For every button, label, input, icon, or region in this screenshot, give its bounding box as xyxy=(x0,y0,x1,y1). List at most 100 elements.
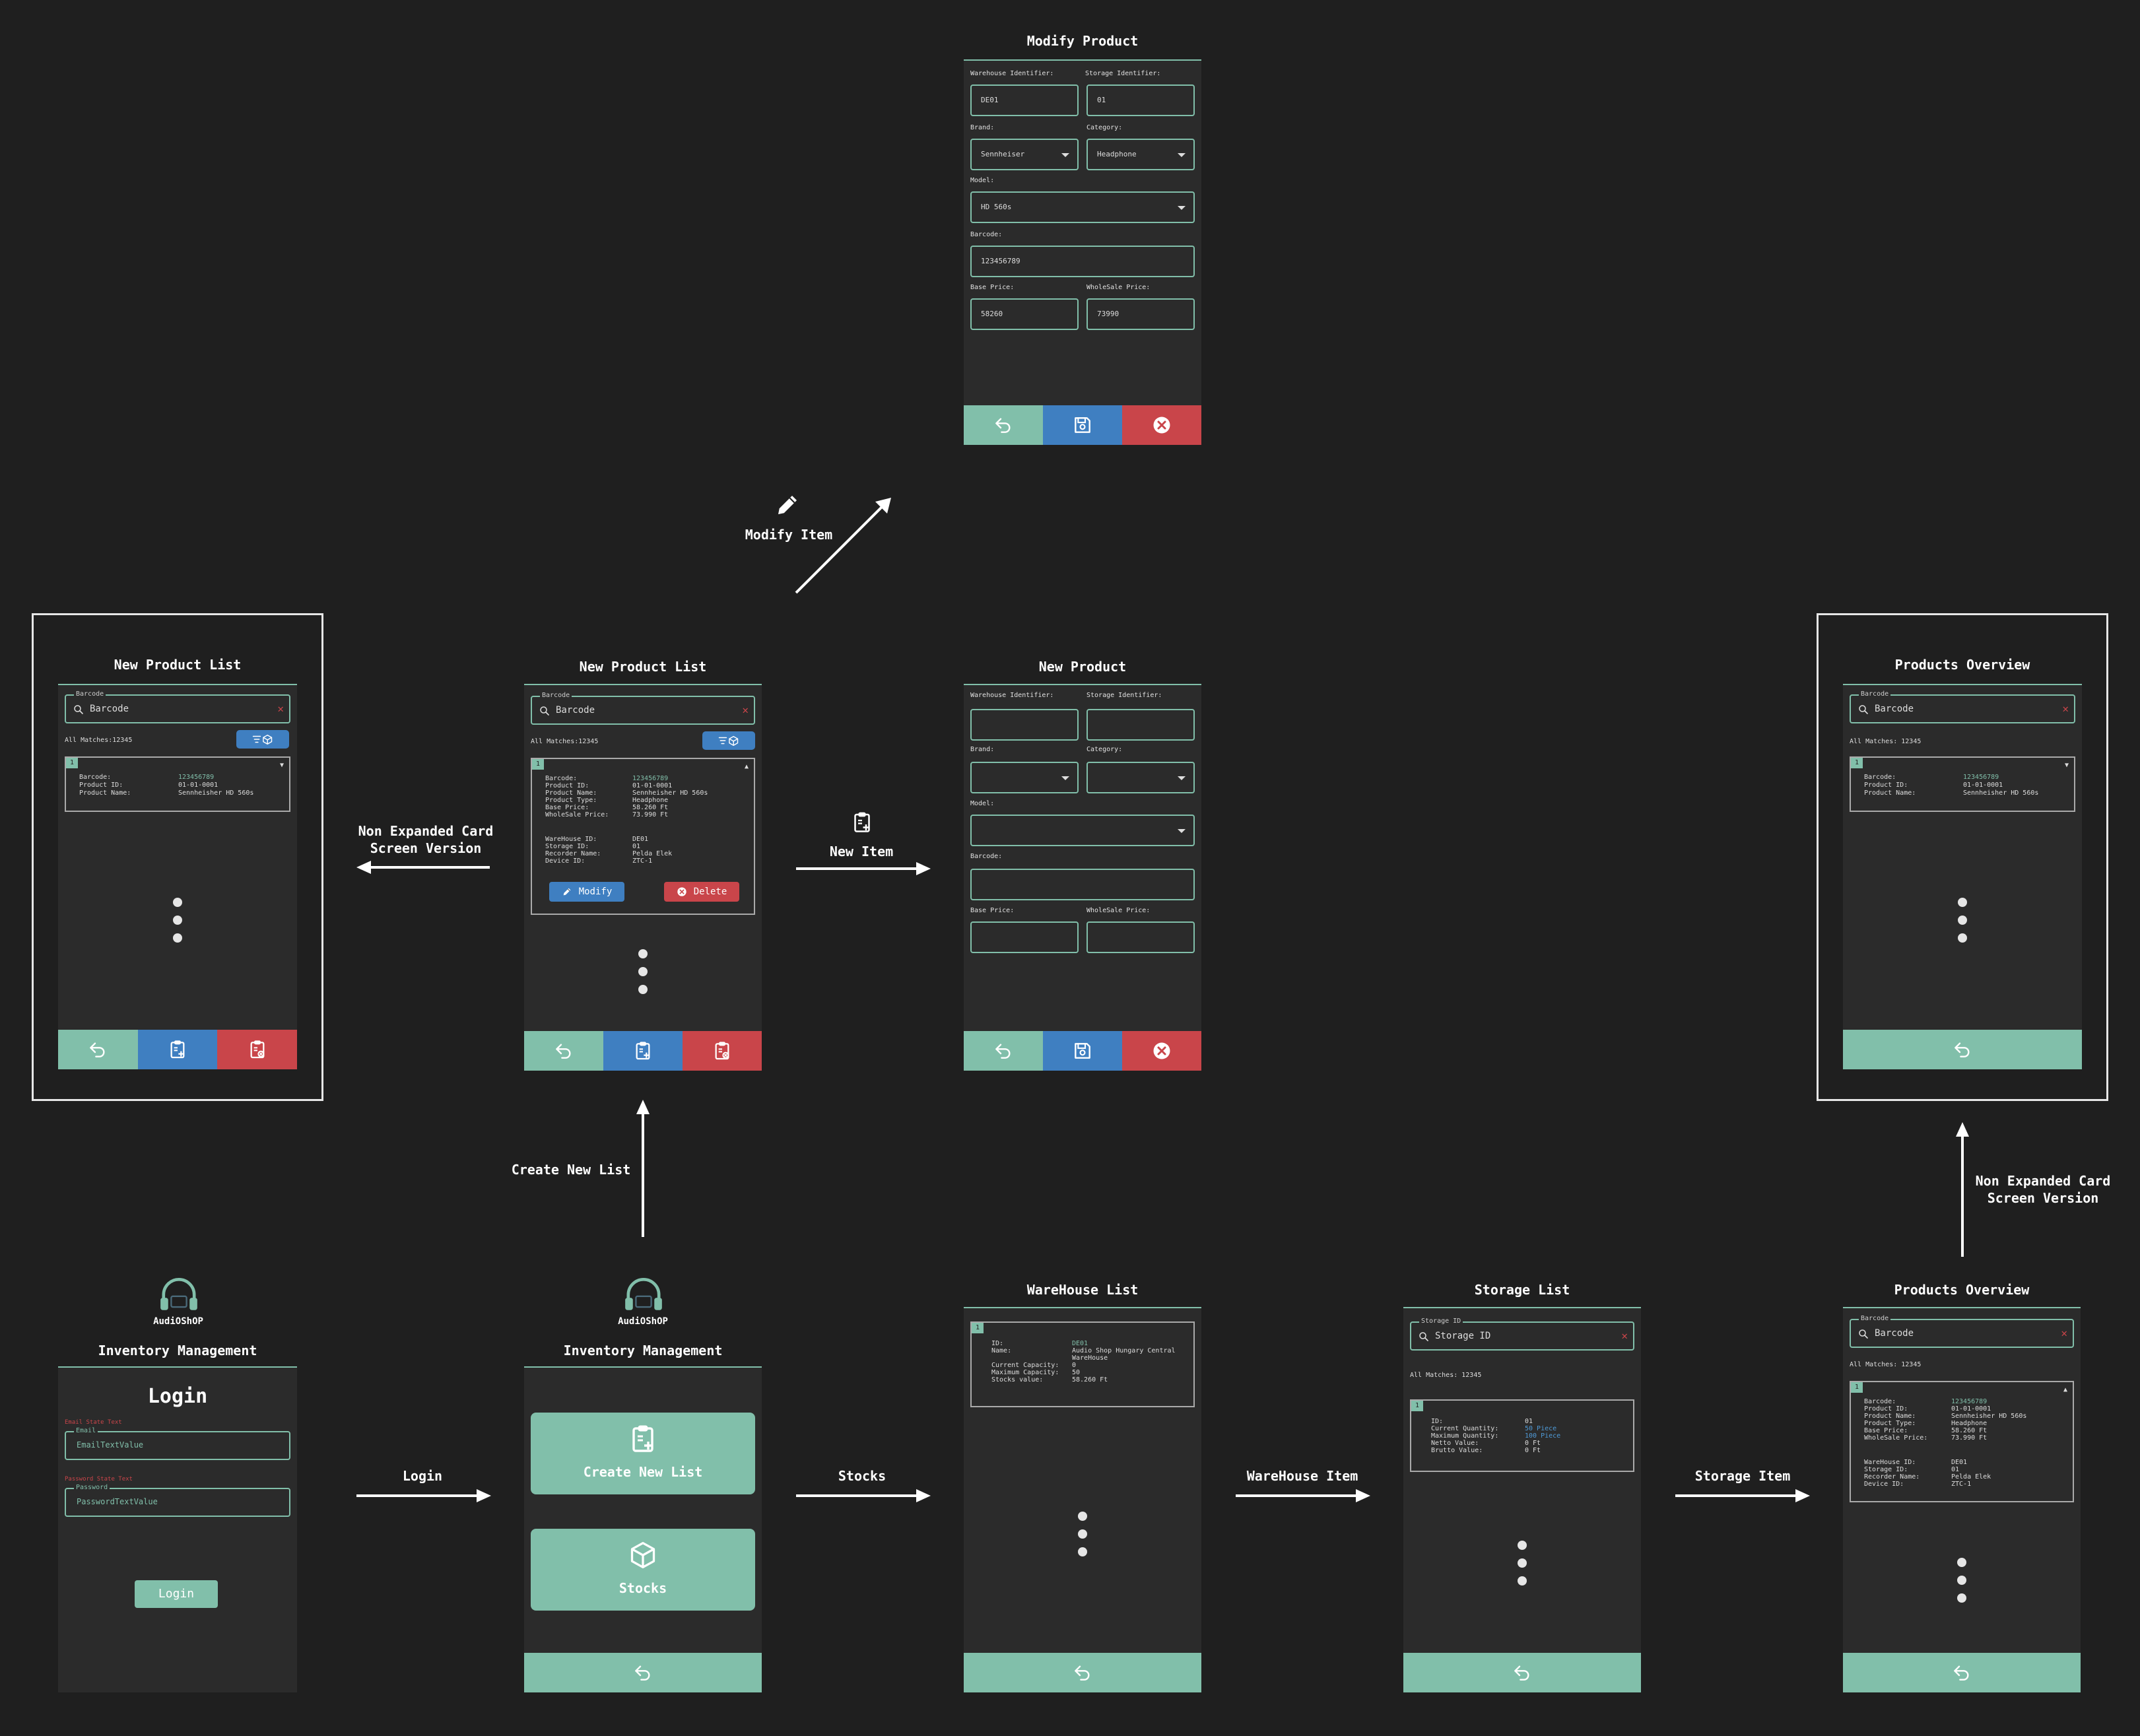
search-icon xyxy=(539,705,551,717)
back-button[interactable] xyxy=(524,1653,762,1692)
detail-key: Product Type: xyxy=(1864,1420,1916,1427)
menu-subtitle: Inventory Management xyxy=(563,1343,723,1358)
modify-item-label: Modify Item xyxy=(745,527,833,543)
chevron-up-icon[interactable]: ▲ xyxy=(745,763,749,770)
barcode-field[interactable] xyxy=(970,869,1195,900)
cancel-button[interactable] xyxy=(1122,405,1201,445)
modify-button[interactable]: Modify xyxy=(549,882,624,902)
detail-key: Barcode: xyxy=(545,775,578,782)
new-item-label: New Item xyxy=(829,844,894,859)
brand-select[interactable] xyxy=(970,762,1079,793)
search-input[interactable]: Storage ID Storage ID ✕ xyxy=(1410,1318,1634,1351)
category-value: Headphone xyxy=(1097,150,1137,158)
filter-box-icon xyxy=(251,733,275,745)
search-input[interactable]: Barcode Barcode ✕ xyxy=(1850,1315,2074,1348)
login-subtitle: Inventory Management xyxy=(98,1343,257,1358)
chevron-down-icon[interactable]: ▼ xyxy=(280,762,284,769)
pname-value: Sennheisher HD 560s xyxy=(1963,789,2039,797)
save-button[interactable] xyxy=(1043,1031,1122,1071)
new-item-arrow xyxy=(796,862,931,875)
detail-key: Device ID: xyxy=(1864,1481,1904,1488)
email-field[interactable]: Email EmailTextValue xyxy=(65,1427,290,1460)
model-value: HD 560s xyxy=(981,203,1012,211)
delete-list-button[interactable] xyxy=(217,1030,297,1069)
new-item-button[interactable] xyxy=(603,1031,683,1071)
chevron-down-icon[interactable]: ▼ xyxy=(2065,762,2069,769)
detail-key: Product Name: xyxy=(1864,1413,1916,1420)
back-button[interactable] xyxy=(524,1031,603,1071)
category-select[interactable]: Headphone xyxy=(1087,139,1195,170)
detail-value: Headphone xyxy=(1951,1420,1988,1427)
detail-value: ZTC-1 xyxy=(1951,1481,1972,1488)
close-icon xyxy=(1152,1041,1172,1061)
clear-icon[interactable]: ✕ xyxy=(1621,1329,1628,1342)
pencil-icon xyxy=(562,886,572,897)
login-button[interactable]: Login xyxy=(135,1580,218,1608)
barcode-field[interactable]: 123456789 xyxy=(970,246,1195,277)
model-select[interactable] xyxy=(970,815,1195,846)
save-icon xyxy=(1072,415,1093,436)
cancel-button[interactable] xyxy=(1122,1031,1201,1071)
back-button[interactable] xyxy=(1403,1653,1641,1692)
chevron-up-icon[interactable]: ▲ xyxy=(2063,1386,2067,1393)
back-button[interactable] xyxy=(964,1653,1201,1692)
back-button[interactable] xyxy=(1843,1653,2081,1692)
detail-key: Device ID: xyxy=(545,857,585,865)
warehouse-field[interactable]: DE01 xyxy=(970,84,1079,116)
product-card-expanded[interactable]: 1 ▲ Barcode: 123456789 Product ID: 01-01-00… xyxy=(531,758,755,915)
chevron-down-icon xyxy=(1178,776,1186,780)
search-legend: Barcode xyxy=(1859,1315,1891,1322)
detail-value: Pelda Elek xyxy=(632,850,673,857)
base-price-field[interactable]: 58260 xyxy=(970,298,1079,330)
back-button[interactable] xyxy=(964,1031,1043,1071)
save-button[interactable] xyxy=(1043,405,1122,445)
model-select[interactable]: HD 560s xyxy=(970,191,1195,223)
password-field[interactable]: Password PasswordTextValue xyxy=(65,1484,290,1517)
storage-field[interactable] xyxy=(1087,709,1195,741)
storage-field[interactable]: 01 xyxy=(1087,84,1195,116)
stocks-button[interactable]: Stocks xyxy=(531,1529,755,1611)
clear-icon[interactable]: ✕ xyxy=(2061,1327,2067,1339)
match-count: All Matches:12345 xyxy=(531,738,599,745)
new-item-button[interactable] xyxy=(137,1030,218,1069)
warehouse-card[interactable]: 1 ID: DE01 Name: Audio Shop Hungary Central… xyxy=(970,1321,1195,1407)
pid-value: 01-01-0001 xyxy=(178,782,218,789)
delete-list-button[interactable] xyxy=(683,1031,762,1071)
non-expanded-right-line1: Non Expanded Card xyxy=(1975,1173,2111,1189)
wholesale-field[interactable] xyxy=(1087,921,1195,953)
clear-icon[interactable]: ✕ xyxy=(2062,702,2069,715)
storage-card[interactable]: 1 ID: 01 Current Quantity: 50 Piece Maximum … xyxy=(1410,1399,1634,1472)
back-button[interactable] xyxy=(964,405,1043,445)
wholesale-field[interactable]: 73990 xyxy=(1087,298,1195,330)
back-button[interactable] xyxy=(1843,1030,2082,1069)
clear-icon[interactable]: ✕ xyxy=(277,702,284,715)
filter-button[interactable] xyxy=(236,730,289,749)
delete-button[interactable]: Delete xyxy=(664,882,739,902)
clear-icon[interactable]: ✕ xyxy=(742,704,749,716)
detail-value: WareHouse xyxy=(1072,1354,1108,1362)
create-new-list-button[interactable]: Create New List xyxy=(531,1413,755,1494)
search-input[interactable]: Barcode Barcode ✕ xyxy=(65,690,290,723)
search-input[interactable]: Barcode Barcode ✕ xyxy=(1850,690,2075,723)
card-number: 1 xyxy=(532,759,544,770)
new-product-list-collapsed-screen: New Product List Barcode Barcode ✕ All M… xyxy=(58,646,297,1069)
brand-select[interactable]: Sennheiser xyxy=(970,139,1079,170)
product-card-expanded[interactable]: 1 ▲ Barcode: 123456789 Product ID: 01-01-00… xyxy=(1850,1381,2074,1502)
base-price-field[interactable] xyxy=(970,921,1079,953)
storage-list-title: Storage List xyxy=(1474,1282,1570,1298)
back-button[interactable] xyxy=(58,1030,138,1069)
card-details-2: WareHouse ID: DE01 Storage ID: 01 Recorder N… xyxy=(545,836,750,869)
filter-button[interactable] xyxy=(702,731,755,750)
category-select[interactable] xyxy=(1087,762,1195,793)
product-card[interactable]: 1 ▼ Barcode: 123456789 Product ID: 01-01-0… xyxy=(65,756,290,812)
search-input[interactable]: Barcode Barcode ✕ xyxy=(531,692,755,725)
back-icon xyxy=(993,415,1014,436)
search-placeholder: Storage ID xyxy=(1435,1331,1491,1341)
password-legend: Password xyxy=(74,1484,110,1491)
more-dots xyxy=(1078,1512,1087,1565)
warehouse-field[interactable] xyxy=(970,709,1079,741)
detail-value: 50 Piece xyxy=(1525,1425,1557,1432)
detail-value: 73.990 Ft xyxy=(632,811,669,818)
product-card[interactable]: 1 ▼ Barcode: 123456789 Product ID: 01-01-0… xyxy=(1850,756,2075,812)
modify-product-screen: Warehouse Identifier: Storage Identifier… xyxy=(964,59,1201,445)
